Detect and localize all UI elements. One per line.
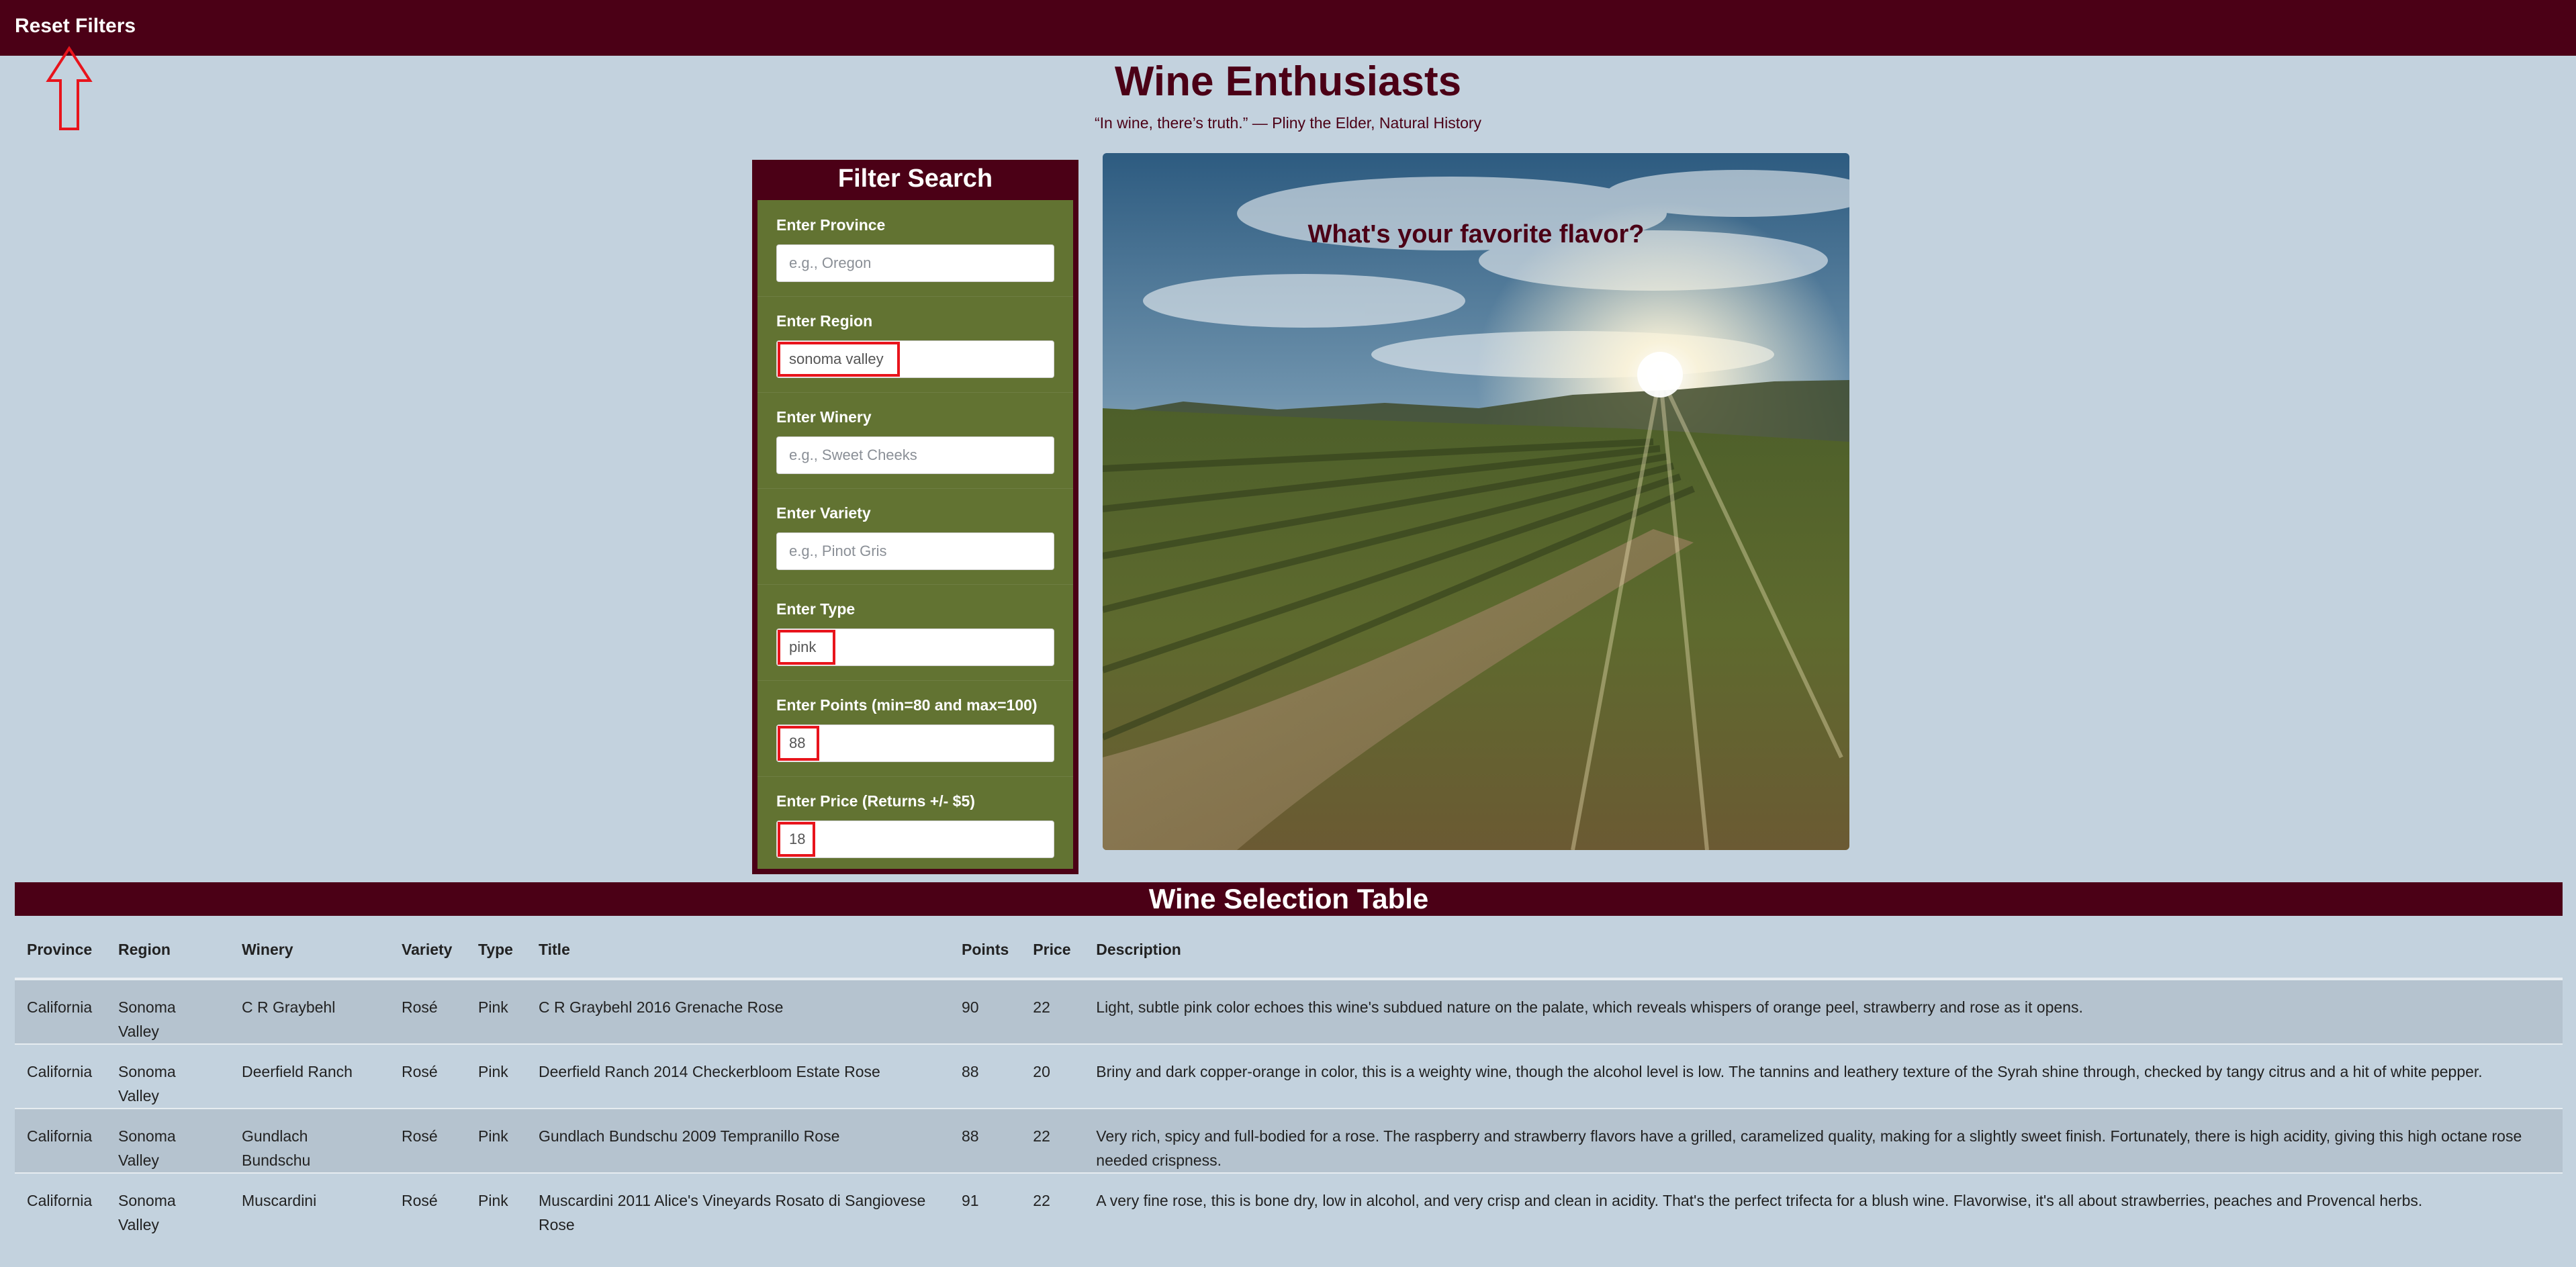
cell-description: Light, subtle pink color echoes this win… [1084, 978, 2563, 1044]
wine-table: Province Region Winery Variety Type Titl… [15, 921, 2563, 1237]
cell-price: 22 [1021, 1108, 1085, 1173]
province-label: Enter Province [776, 216, 886, 234]
page-title: Wine Enthusiasts [1114, 58, 1462, 105]
table-row: California Sonoma Valley Gundlach Bundsc… [15, 1108, 2563, 1173]
cell-region: Sonoma Valley [106, 1108, 230, 1173]
filter-panel-title: Filter Search [837, 165, 993, 193]
winery-label: Enter Winery [776, 408, 872, 426]
cell-winery: C R Graybehl [230, 978, 389, 1044]
cell-region: Sonoma Valley [106, 978, 230, 1044]
region-label: Enter Region [776, 312, 873, 330]
column-header[interactable]: Type [466, 921, 526, 980]
filter-panel: Filter Search Enter Province Enter Regio… [752, 160, 1078, 874]
table-title: Wine Selection Table [15, 882, 2563, 916]
filter-group-price: Enter Price (Returns +/- $5) [757, 776, 1073, 872]
price-label: Enter Price (Returns +/- $5) [776, 792, 975, 810]
cell-title: Gundlach Bundschu 2009 Tempranillo Rose [526, 1108, 950, 1173]
page-quote: “In wine, there’s truth.” — Pliny the El… [1094, 114, 1482, 132]
cell-points: 88 [950, 1108, 1021, 1173]
column-header[interactable]: Price [1021, 921, 1085, 980]
vineyard-image: What's your favorite flavor? [1103, 153, 1849, 850]
cell-title: C R Graybehl 2016 Grenache Rose [526, 978, 950, 1044]
filter-group-province: Enter Province [757, 200, 1073, 297]
cell-points: 88 [950, 1043, 1021, 1109]
cell-title: Deerfield Ranch 2014 Checkerbloom Estate… [526, 1043, 950, 1109]
filter-group-points: Enter Points (min=80 and max=100) [757, 680, 1073, 777]
reset-filters-link[interactable]: Reset Filters [15, 15, 136, 38]
filter-group-region: Enter Region [757, 296, 1073, 393]
vineyard-illustration [1103, 153, 1849, 850]
points-input[interactable] [776, 724, 1054, 762]
cell-points: 91 [950, 1172, 1021, 1237]
cell-winery: Gundlach Bundschu [230, 1108, 389, 1173]
region-input[interactable] [776, 340, 1054, 378]
price-input[interactable] [776, 820, 1054, 858]
cell-description: Very rich, spicy and full-bodied for a r… [1084, 1108, 2563, 1173]
variety-input[interactable] [776, 532, 1054, 570]
table-row: California Sonoma Valley Deerfield Ranch… [15, 1043, 2563, 1109]
column-header[interactable]: Points [950, 921, 1021, 980]
cell-variety: Rosé [389, 978, 466, 1044]
cell-type: Pink [466, 1108, 526, 1173]
top-navbar: Reset Filters [0, 0, 2576, 56]
table-row: California Sonoma Valley C R Graybehl Ro… [15, 978, 2563, 1044]
cell-points: 90 [950, 978, 1021, 1044]
cell-price: 22 [1021, 978, 1085, 1044]
cell-title: Muscardini 2011 Alice's Vineyards Rosato… [526, 1172, 950, 1237]
filter-form: Enter Province Enter Region Enter Winery… [757, 200, 1073, 869]
type-input[interactable] [776, 628, 1054, 666]
filter-group-winery: Enter Winery [757, 392, 1073, 489]
table-header-row: Province Region Winery Variety Type Titl… [15, 921, 2563, 980]
column-header[interactable]: Variety [389, 921, 466, 980]
cell-variety: Rosé [389, 1043, 466, 1109]
cell-type: Pink [466, 1172, 526, 1237]
cell-province: California [15, 1172, 106, 1237]
cell-price: 22 [1021, 1172, 1085, 1237]
cell-variety: Rosé [389, 1172, 466, 1237]
table-row: California Sonoma Valley Muscardini Rosé… [15, 1172, 2563, 1237]
province-input[interactable] [776, 244, 1054, 282]
cell-province: California [15, 978, 106, 1044]
column-header[interactable]: Title [526, 921, 950, 980]
column-header[interactable]: Region [106, 921, 230, 980]
cell-description: A very fine rose, this is bone dry, low … [1084, 1172, 2563, 1237]
cell-region: Sonoma Valley [106, 1172, 230, 1237]
cell-variety: Rosé [389, 1108, 466, 1173]
cell-winery: Deerfield Ranch [230, 1043, 389, 1109]
column-header[interactable]: Province [15, 921, 106, 980]
type-label: Enter Type [776, 600, 856, 618]
column-header[interactable]: Winery [230, 921, 389, 980]
hero-caption: What's your favorite flavor? [1307, 220, 1645, 248]
cell-region: Sonoma Valley [106, 1043, 230, 1109]
variety-label: Enter Variety [776, 504, 871, 522]
filter-group-type: Enter Type [757, 584, 1073, 681]
cell-province: California [15, 1108, 106, 1173]
filter-group-variety: Enter Variety [757, 488, 1073, 585]
cell-type: Pink [466, 978, 526, 1044]
cell-province: California [15, 1043, 106, 1109]
cell-winery: Muscardini [230, 1172, 389, 1237]
winery-input[interactable] [776, 436, 1054, 474]
column-header[interactable]: Description [1084, 921, 2563, 980]
points-label: Enter Points (min=80 and max=100) [776, 696, 1038, 714]
cell-description: Briny and dark copper-orange in color, t… [1084, 1043, 2563, 1109]
cell-type: Pink [466, 1043, 526, 1109]
cell-price: 20 [1021, 1043, 1085, 1109]
